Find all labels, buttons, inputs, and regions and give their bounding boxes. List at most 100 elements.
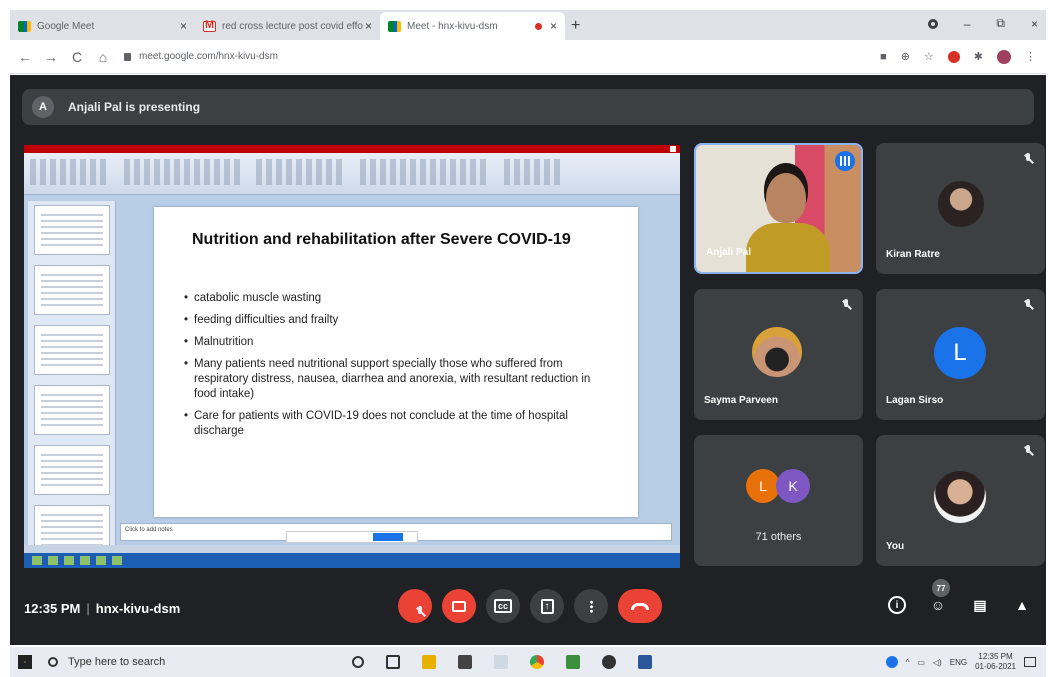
participant-avatar bbox=[752, 327, 802, 377]
tab-title: Google Meet bbox=[37, 20, 95, 32]
participant-tile-lagan[interactable]: L Lagan Sirso bbox=[876, 289, 1045, 420]
app-icon[interactable] bbox=[602, 655, 616, 669]
participant-name: Lagan Sirso bbox=[886, 395, 944, 406]
tab-gmail[interactable]: red cross lecture post covid effo × bbox=[195, 12, 380, 40]
close-window-button[interactable]: × bbox=[1031, 17, 1038, 31]
participant-tile-anjali[interactable]: Anjali Pal bbox=[694, 143, 863, 274]
tab-meet-active[interactable]: Meet - hnx-kivu-dsm × bbox=[380, 12, 565, 40]
file-explorer-icon[interactable] bbox=[422, 655, 436, 669]
participant-video-head bbox=[766, 173, 806, 223]
activities-icon[interactable]: ▲ bbox=[1012, 595, 1032, 615]
tray-app-icon[interactable] bbox=[885, 656, 898, 668]
speaking-indicator-icon bbox=[835, 151, 855, 171]
notifications-icon[interactable] bbox=[1024, 657, 1036, 667]
powerpoint-statusbar bbox=[24, 545, 680, 553]
stop-sharing-button[interactable] bbox=[373, 533, 403, 541]
taskbar-apps bbox=[352, 655, 652, 669]
slide-bullet: catabolic muscle wasting bbox=[184, 291, 614, 306]
mic-off-button[interactable] bbox=[398, 589, 432, 623]
word-icon[interactable] bbox=[638, 655, 652, 669]
slide-thumbnail[interactable] bbox=[34, 385, 110, 435]
zoom-icon[interactable]: ⊕ bbox=[901, 50, 910, 63]
close-tab-icon[interactable]: × bbox=[180, 19, 187, 33]
minimize-button[interactable]: – bbox=[964, 17, 971, 31]
browser-toolbar: ■ ⊕ ☆ ✱ ⋮ bbox=[880, 49, 1036, 64]
participant-tile-sayma[interactable]: Sayma Parveen bbox=[694, 289, 863, 420]
leave-call-button[interactable] bbox=[618, 589, 662, 623]
extension-red-icon[interactable] bbox=[947, 50, 960, 63]
participant-tile-kiran[interactable]: Kiran Ratre bbox=[876, 143, 1045, 274]
google-meet-icon bbox=[388, 20, 401, 32]
back-button[interactable]: ← bbox=[14, 49, 36, 65]
forward-button[interactable]: → bbox=[40, 49, 62, 65]
network-icon[interactable]: ▭ bbox=[917, 658, 925, 667]
account-icon[interactable] bbox=[927, 18, 938, 29]
cortana-icon[interactable] bbox=[352, 656, 364, 668]
store-icon[interactable] bbox=[458, 655, 472, 669]
sharing-popup bbox=[286, 531, 418, 543]
meet-side-controls: i ☺ 77 ▤ ▲ bbox=[888, 579, 1032, 615]
slide-thumbnail[interactable] bbox=[34, 445, 110, 495]
close-tab-icon[interactable]: × bbox=[365, 19, 372, 33]
screen: Google Meet × red cross lecture post cov… bbox=[0, 0, 1051, 677]
tab-google-meet[interactable]: Google Meet × bbox=[10, 12, 195, 40]
app-icon[interactable] bbox=[566, 655, 580, 669]
close-tab-icon[interactable]: × bbox=[550, 19, 557, 33]
profile-icon[interactable] bbox=[997, 49, 1011, 64]
tray-chevron-icon[interactable]: ^ bbox=[906, 658, 910, 667]
participant-video-body bbox=[746, 223, 830, 272]
reload-button[interactable]: C bbox=[66, 49, 88, 65]
slide-thumbnail[interactable] bbox=[34, 205, 110, 255]
windows-start-icon[interactable] bbox=[18, 655, 32, 669]
new-tab-button[interactable]: + bbox=[571, 12, 580, 40]
slide-bullet: feeding difficulties and frailty bbox=[184, 313, 614, 328]
volume-icon[interactable]: ◁) bbox=[933, 658, 942, 667]
people-icon[interactable]: ☺ 77 bbox=[928, 579, 950, 615]
participant-avatar: K bbox=[776, 469, 810, 503]
others-count: 71 others bbox=[755, 531, 802, 543]
home-button[interactable]: ⌂ bbox=[92, 49, 114, 65]
app-icon[interactable] bbox=[494, 655, 508, 669]
google-meet-icon bbox=[18, 20, 31, 32]
camera-off-button[interactable] bbox=[442, 589, 476, 623]
slide-thumbnail[interactable] bbox=[34, 325, 110, 375]
puzzle-icon[interactable]: ✱ bbox=[974, 50, 983, 63]
restore-button[interactable]: ⧉ bbox=[996, 16, 1005, 31]
slide-bullet: Malnutrition bbox=[184, 335, 614, 350]
slide-bullet: Many patients need nutritional support s… bbox=[184, 357, 614, 402]
url-text: meet.google.com/hnx-kivu-dsm bbox=[139, 51, 278, 62]
task-view-icon[interactable] bbox=[386, 655, 400, 669]
present-button[interactable]: ↑ bbox=[530, 589, 564, 623]
meeting-details-icon[interactable]: i bbox=[888, 596, 906, 614]
meeting-code: hnx-kivu-dsm bbox=[95, 601, 181, 616]
shared-taskbar bbox=[24, 553, 680, 568]
language-indicator[interactable]: ENG bbox=[950, 658, 967, 667]
shared-screen: Nutrition and rehabilitation after Sever… bbox=[24, 145, 680, 568]
participant-name: Sayma Parveen bbox=[704, 395, 778, 406]
url-field[interactable]: meet.google.com/hnx-kivu-dsm bbox=[124, 45, 880, 69]
captions-button[interactable]: cc bbox=[486, 589, 520, 623]
recording-dot-icon bbox=[534, 22, 542, 30]
chat-icon[interactable]: ▤ bbox=[970, 595, 990, 615]
more-options-button[interactable] bbox=[574, 589, 608, 623]
tab-title: Meet - hnx-kivu-dsm bbox=[407, 20, 498, 32]
slide-thumbnail[interactable] bbox=[34, 265, 110, 315]
participant-tile-you[interactable]: You bbox=[876, 435, 1045, 566]
chrome-icon[interactable] bbox=[530, 655, 544, 669]
more-vert-icon bbox=[589, 599, 593, 613]
search-placeholder: Type here to search bbox=[68, 656, 166, 668]
hang-up-icon bbox=[631, 602, 649, 610]
participant-name: Anjali Pal bbox=[706, 247, 752, 258]
star-icon[interactable]: ☆ bbox=[924, 50, 934, 63]
powerpoint-ribbon bbox=[24, 153, 680, 195]
slide-bullet: Care for patients with COVID-19 does not… bbox=[184, 409, 614, 439]
system-tray: ^ ▭ ◁) ENG 12:35 PM 01-06-2021 bbox=[885, 652, 1036, 672]
presenting-banner: A Anjali Pal is presenting bbox=[22, 89, 1034, 125]
taskbar-search[interactable]: Type here to search bbox=[48, 650, 298, 674]
others-tile[interactable]: L K 71 others bbox=[694, 435, 863, 566]
menu-icon[interactable]: ⋮ bbox=[1025, 50, 1036, 63]
meeting-info: 12:35 PM | hnx-kivu-dsm bbox=[24, 601, 180, 616]
window-controls: – ⧉ × bbox=[927, 16, 1038, 31]
camera-icon[interactable]: ■ bbox=[880, 51, 887, 63]
tray-clock[interactable]: 12:35 PM 01-06-2021 bbox=[975, 652, 1016, 672]
